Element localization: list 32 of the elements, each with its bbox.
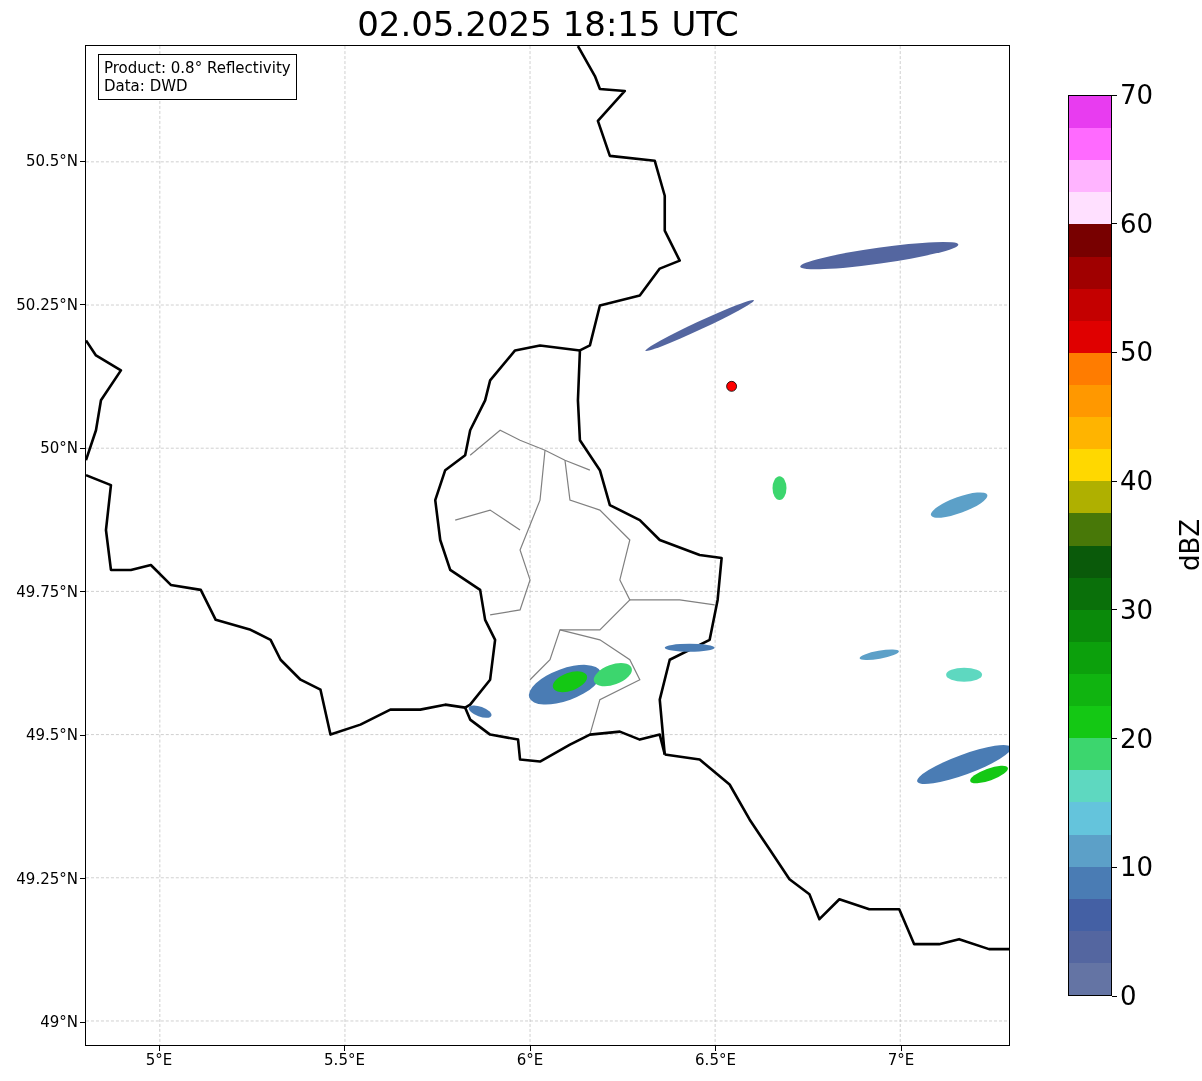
tick-mark	[1112, 609, 1117, 611]
axis-label: 7°E	[886, 1051, 916, 1069]
axis-label: 50.5°N	[24, 152, 78, 170]
axis-label: 5.5°E	[323, 1051, 366, 1069]
info-text: Product: 0.8° Reflectivity	[104, 59, 291, 77]
axis-label: 49.75°N	[15, 582, 78, 601]
tick-mark	[1112, 995, 1117, 997]
axis-label: 50	[1120, 338, 1154, 367]
tick-mark	[1112, 866, 1117, 868]
tick-mark	[1112, 94, 1117, 96]
axis-label: 0	[1120, 982, 1137, 1010]
axis-label: 49.25°N	[15, 869, 78, 888]
axis-label: 70	[1120, 81, 1154, 109]
axis-label: 50.25°N	[15, 295, 78, 314]
axis-label: 50°N	[39, 439, 78, 457]
axis-label: 40	[1120, 467, 1154, 496]
axis-label: 6.5°E	[694, 1051, 737, 1069]
tick-mark	[1112, 223, 1117, 225]
axis-label: 5°E	[144, 1051, 174, 1069]
axis-label: 10	[1120, 853, 1154, 882]
axis-label: 49°N	[39, 1013, 78, 1031]
tick-mark	[1112, 351, 1117, 353]
info-text: Data: DWD	[104, 77, 189, 95]
chart-title: 02.05.2025 18:15 UTC	[356, 4, 740, 44]
tick-mark	[1112, 738, 1117, 740]
colorbar-title: dBZ	[1175, 517, 1202, 574]
axis-label: 30	[1120, 595, 1154, 624]
axis-label: 49.5°N	[24, 726, 78, 744]
axis-label: 6°E	[515, 1051, 545, 1069]
axis-label: 20	[1120, 724, 1154, 753]
tick-mark	[1112, 480, 1117, 482]
axis-label: 60	[1120, 209, 1154, 238]
